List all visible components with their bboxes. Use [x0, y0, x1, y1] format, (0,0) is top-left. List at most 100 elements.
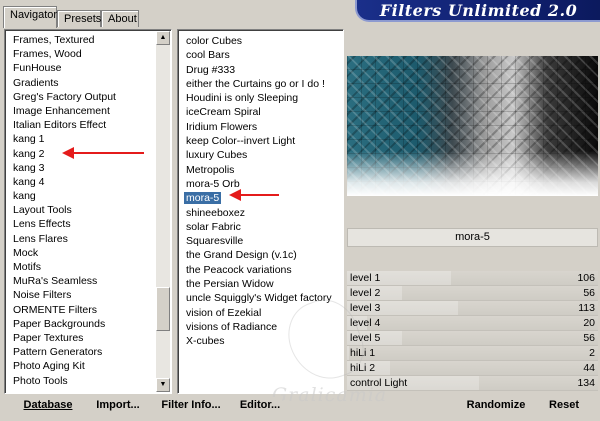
- red-arrow-icon: [62, 147, 144, 159]
- preview-image: [347, 56, 598, 196]
- category-item[interactable]: kang 1: [13, 132, 116, 146]
- category-item[interactable]: Motifs: [13, 260, 116, 274]
- filter-item-label: vision of Ezekial: [186, 306, 262, 319]
- category-item[interactable]: Photo Aging Kit: [13, 359, 116, 373]
- database-button[interactable]: Database: [16, 397, 80, 415]
- category-list[interactable]: Frames, Textured Frames, Wood FunHouse Grad…: [4, 29, 172, 394]
- category-item[interactable]: Lens Flares: [13, 232, 116, 246]
- filter-item[interactable]: Houdini is only Sleeping: [186, 91, 332, 105]
- category-item[interactable]: Image Enhancement: [13, 104, 116, 118]
- filter-item-label: the Persian Widow: [186, 278, 274, 291]
- parameter-slider[interactable]: level 4 20: [347, 316, 598, 331]
- filter-item[interactable]: Drug #333: [186, 63, 332, 77]
- category-item[interactable]: Paper Backgrounds: [13, 317, 116, 331]
- category-item[interactable]: Lens Effects: [13, 217, 116, 231]
- slider-value: 56: [583, 287, 595, 299]
- category-item[interactable]: MuRa's Seamless: [13, 274, 116, 288]
- filter-item[interactable]: the Peacock variations: [186, 263, 332, 277]
- reset-button[interactable]: Reset: [544, 397, 584, 415]
- filter-items: color Cubes cool Bars Drug #333 either the …: [184, 34, 332, 349]
- slider-value: 106: [577, 272, 595, 284]
- filter-item-label: Squaresville: [186, 235, 244, 248]
- filter-item[interactable]: luxury Cubes: [186, 148, 332, 162]
- category-item[interactable]: kang 4: [13, 175, 116, 189]
- filter-item[interactable]: iceCream Spiral: [186, 105, 332, 119]
- randomize-button[interactable]: Randomize: [464, 397, 528, 415]
- filter-item-label: iceCream Spiral: [186, 106, 261, 119]
- filter-item-label: Iridium Flowers: [186, 120, 258, 133]
- import-button[interactable]: Import...: [92, 397, 144, 415]
- parameter-slider[interactable]: level 2 56: [347, 286, 598, 301]
- filter-item[interactable]: Iridium Flowers: [186, 120, 332, 134]
- slider-label: level 1: [350, 272, 381, 284]
- database-label: Database: [23, 399, 73, 411]
- scroll-thumb[interactable]: [156, 287, 170, 331]
- category-item[interactable]: Layout Tools: [13, 203, 116, 217]
- filter-item[interactable]: Metropolis: [186, 163, 332, 177]
- filter-item[interactable]: color Cubes: [186, 34, 332, 48]
- filter-item[interactable]: mora-5 Orb: [186, 177, 332, 191]
- category-item[interactable]: Pattern Generators: [13, 345, 116, 359]
- filter-item[interactable]: shineeboxez: [186, 206, 332, 220]
- slider-label: level 2: [350, 287, 381, 299]
- slider-value: 113: [578, 302, 595, 314]
- filter-item-label: Metropolis: [186, 163, 235, 176]
- tab-about[interactable]: About: [101, 10, 139, 27]
- tab-presets[interactable]: Presets: [57, 10, 101, 27]
- red-arrow-icon: [229, 189, 279, 201]
- slider-value: 20: [583, 317, 595, 329]
- filter-item[interactable]: solar Fabric: [186, 220, 332, 234]
- slider-label: level 3: [350, 302, 381, 314]
- category-item[interactable]: Photo Tools: [13, 374, 116, 388]
- filter-item[interactable]: keep Color--invert Light: [186, 134, 332, 148]
- category-scrollbar[interactable]: ▲ ▼: [156, 31, 170, 392]
- preview-fade: [347, 151, 598, 196]
- parameter-slider[interactable]: level 1 106: [347, 271, 598, 286]
- slider-value: 134: [577, 377, 595, 389]
- category-item[interactable]: Mock: [13, 246, 116, 260]
- filter-info-button[interactable]: Filter Info...: [158, 397, 224, 415]
- filter-item-label: the Peacock variations: [186, 263, 292, 276]
- filter-item-label: Houdini is only Sleeping: [186, 92, 299, 105]
- parameter-slider[interactable]: hiLi 12: [347, 346, 598, 361]
- category-item[interactable]: ORMENTE Filters: [13, 303, 116, 317]
- category-item[interactable]: Paper Textures: [13, 331, 116, 345]
- parameter-sliders: level 1 106 level 2 56 level 3 113 level 4 20 le…: [347, 271, 598, 391]
- category-item[interactable]: Frames, Wood: [13, 47, 116, 61]
- slider-value: 2: [589, 347, 595, 359]
- filter-item-label: the Grand Design (v.1c): [186, 249, 297, 262]
- category-item[interactable]: FunHouse: [13, 61, 116, 75]
- filter-item[interactable]: the Persian Widow: [186, 277, 332, 291]
- scroll-down-arrow-icon[interactable]: ▼: [156, 378, 170, 392]
- filter-item[interactable]: the Grand Design (v.1c): [186, 248, 332, 262]
- filter-item[interactable]: Squaresville: [186, 234, 332, 248]
- category-item[interactable]: kang 3: [13, 161, 116, 175]
- category-item[interactable]: Frames, Textured: [13, 33, 116, 47]
- category-item[interactable]: Noise Filters: [13, 288, 116, 302]
- filter-name-bar: mora-5: [347, 228, 598, 247]
- category-item[interactable]: Italian Editors Effect: [13, 118, 116, 132]
- app-banner: Filters Unlimited 2.0: [355, 0, 600, 22]
- parameter-slider[interactable]: level 3 113: [347, 301, 598, 316]
- filter-item[interactable]: cool Bars: [186, 48, 332, 62]
- filter-item-label: Drug #333: [186, 63, 236, 76]
- parameter-slider[interactable]: hiLi 2 44: [347, 361, 598, 376]
- app-title: Filters Unlimited 2.0: [379, 1, 578, 20]
- filter-item-label: keep Color--invert Light: [186, 135, 296, 148]
- category-item[interactable]: Gradients: [13, 76, 116, 90]
- filter-item-label: cool Bars: [186, 49, 230, 62]
- tab-navigator[interactable]: Navigator: [3, 6, 57, 28]
- bottom-button-bar: Database Import... Filter Info... Editor…: [4, 395, 598, 417]
- filter-item[interactable]: either the Curtains go or I do !: [186, 77, 332, 91]
- category-item[interactable]: Greg's Factory Output: [13, 90, 116, 104]
- scroll-up-arrow-icon[interactable]: ▲: [156, 31, 170, 45]
- category-items: Frames, Textured Frames, Wood FunHouse Grad…: [13, 33, 116, 388]
- parameter-slider[interactable]: level 5 56: [347, 331, 598, 346]
- filter-item-label: mora-5: [184, 192, 222, 205]
- slider-value: 44: [583, 362, 595, 374]
- filter-item-label: visions of Radiance: [186, 320, 278, 333]
- filter-item-label: solar Fabric: [186, 220, 241, 233]
- filter-item-label: X-cubes: [186, 335, 225, 348]
- category-item[interactable]: kang: [13, 189, 116, 203]
- editor-button[interactable]: Editor...: [238, 397, 282, 415]
